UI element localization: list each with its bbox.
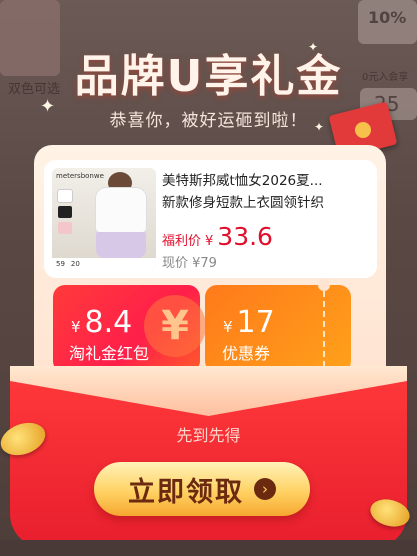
yuan-icon: ¥ xyxy=(144,295,206,357)
thumb-brand: metersbonwe xyxy=(56,172,104,180)
sparkle-icon: ✦ xyxy=(40,96,56,117)
coupon-amount: ¥ 8.4 xyxy=(71,305,132,340)
coupon-notch xyxy=(318,279,330,291)
product-name-line1: 美特斯邦威t恤女2026夏... xyxy=(162,173,323,189)
thumb-price-right: 20 xyxy=(70,260,80,268)
sparkle-icon: ✦ xyxy=(308,40,319,54)
claim-button-label: 立即领取 xyxy=(128,476,244,508)
deal-amount: 33.6 xyxy=(217,222,273,251)
original-price: 现价 ¥79 xyxy=(162,256,217,271)
deal-currency: ¥ xyxy=(205,234,214,249)
coupon-perforation xyxy=(323,291,325,367)
chevron-right-icon: › xyxy=(254,478,276,500)
product-card[interactable]: metersbonwe 59 20 美特斯邦威t恤女2026夏... 新款修身短… xyxy=(44,160,377,278)
claim-button[interactable]: 立即领取 › xyxy=(94,462,310,516)
popup-title: 品牌U享礼金 xyxy=(74,51,343,102)
product-name: 美特斯邦威t恤女2026夏... 新款修身短款上衣圆领针织 xyxy=(162,170,372,214)
sparkle-icon: ✦ xyxy=(314,120,325,134)
coupon-label: 优惠券 xyxy=(222,344,271,363)
background-label-discount: 10% xyxy=(368,8,407,27)
coupon-label: 淘礼金红包 xyxy=(69,344,150,363)
coupon-value: 17 xyxy=(236,305,275,340)
thumb-price-bar: 59 20 xyxy=(52,258,156,270)
discount-coupon[interactable]: ¥ 17 优惠券 xyxy=(205,279,351,379)
first-come-text: 先到先得 xyxy=(176,426,241,445)
thumb-price-left: 59 xyxy=(56,260,65,268)
coupon-currency: ¥ xyxy=(71,318,81,336)
red-packet-coupon[interactable]: ¥ ¥ 8.4 淘礼金红包 xyxy=(53,285,206,373)
deal-price: 福利价 ¥ 33.6 xyxy=(162,222,273,251)
product-image: metersbonwe 59 20 xyxy=(52,168,156,270)
deal-label: 福利价 xyxy=(162,234,202,249)
coupon-value: 8.4 xyxy=(84,305,133,340)
product-name-line2: 新款修身短款上衣圆领针织 xyxy=(162,195,324,211)
coupon-currency: ¥ xyxy=(223,318,233,336)
background-bottom-bar xyxy=(0,540,417,556)
coupon-amount: ¥ 17 xyxy=(223,305,275,340)
